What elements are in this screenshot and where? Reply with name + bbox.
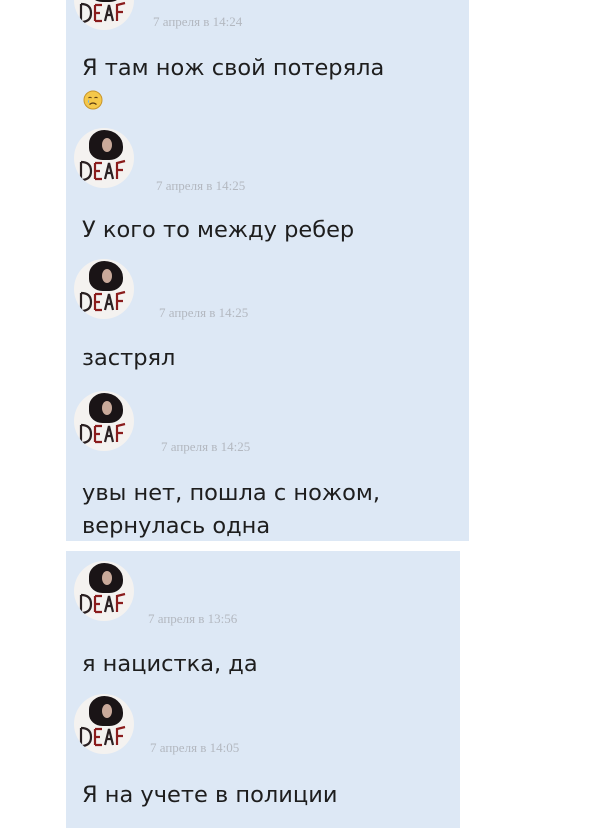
deaf-logo-icon (79, 290, 127, 313)
avatar-face (102, 704, 112, 718)
message-text: я нацистка, да (82, 651, 258, 677)
chat-panel-top: 7 апреля в 14:24 Я там нож свой потеряла… (66, 0, 469, 541)
deaf-logo-icon (79, 592, 127, 615)
avatar-face (102, 571, 112, 585)
message-text: застрял (82, 345, 176, 371)
message-text: Я на учете в полиции (82, 782, 338, 808)
user-avatar-icon[interactable] (74, 259, 134, 319)
message-timestamp: 7 апреля в 14:25 (161, 439, 251, 454)
message-text: увы нет, пошла с ножом, (82, 480, 381, 506)
deaf-logo-icon (79, 1, 127, 24)
message-text: У кого то между ребер (82, 217, 355, 243)
avatar-face (102, 401, 112, 415)
user-avatar-icon[interactable] (74, 391, 134, 451)
user-avatar-icon[interactable] (74, 128, 134, 188)
chat-panel-bottom: 7 апреля в 13:56 я нацистка, да 7 апреля… (66, 551, 460, 828)
avatar-face (102, 269, 112, 283)
message-text: Я там нож свой потеряла (82, 55, 385, 81)
crying-face-icon (83, 90, 103, 110)
deaf-logo-icon (79, 159, 127, 182)
message-timestamp: 7 апреля в 13:56 (148, 611, 238, 626)
message-timestamp: 7 апреля в 14:25 (159, 305, 249, 320)
user-avatar-icon[interactable] (74, 0, 134, 30)
deaf-logo-icon (79, 422, 127, 445)
message-timestamp: 7 апреля в 14:05 (150, 740, 240, 755)
message-text: вернулась одна (82, 513, 271, 539)
user-avatar-icon[interactable] (74, 561, 134, 621)
user-avatar-icon[interactable] (74, 694, 134, 754)
message-timestamp: 7 апреля в 14:25 (156, 178, 246, 193)
message-timestamp: 7 апреля в 14:24 (153, 14, 243, 29)
deaf-logo-icon (79, 725, 127, 748)
avatar-face (102, 138, 112, 152)
